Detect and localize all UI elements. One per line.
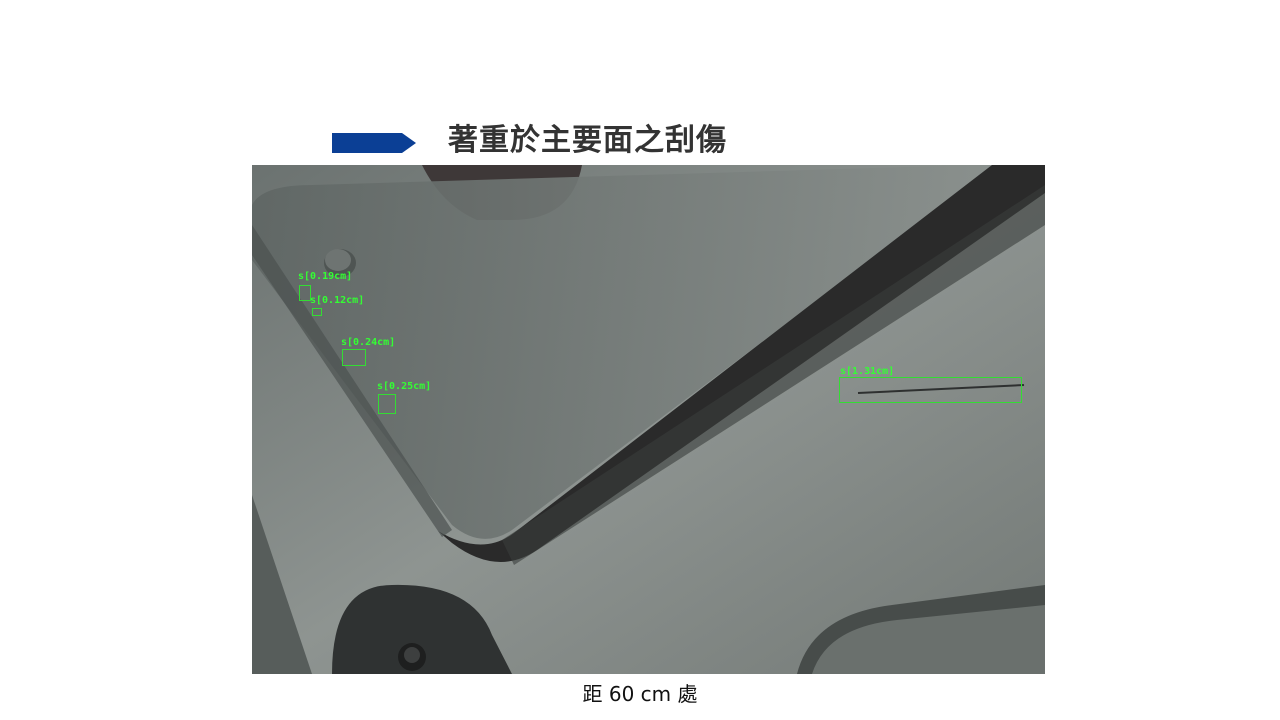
detection-label: s[0.25cm] xyxy=(377,381,432,392)
detection-box xyxy=(312,308,322,316)
arrow-icon xyxy=(332,133,416,153)
slide-title: 著重於主要面之刮傷 xyxy=(448,123,727,158)
detection-label: s[1.31cm] xyxy=(840,366,895,377)
detection-label: s[0.19cm] xyxy=(298,271,353,282)
detection-label: s[0.12cm] xyxy=(310,295,365,306)
metal-surface-image xyxy=(252,165,1045,674)
inspection-photo: s[0.19cm] s[0.12cm] s[0.24cm] s[0.25cm] … xyxy=(252,165,1045,674)
image-caption: 距 60 cm 處 xyxy=(582,682,698,706)
detection-box xyxy=(839,377,1022,403)
detection-box xyxy=(342,349,366,366)
detection-label: s[0.24cm] xyxy=(341,337,396,348)
detection-box xyxy=(378,394,396,414)
